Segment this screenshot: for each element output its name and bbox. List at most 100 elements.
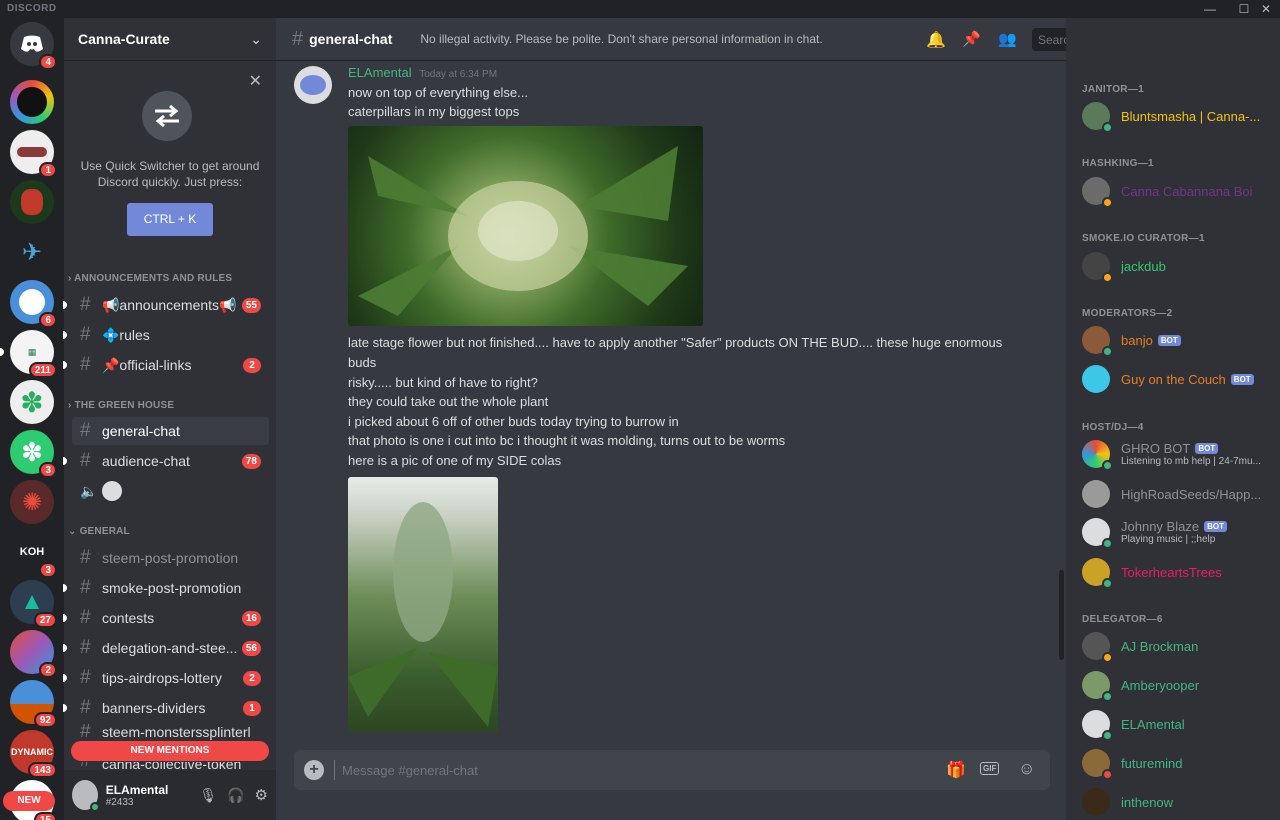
member-item[interactable]: Johnny Blaze BOT Playing music | ;;help	[1082, 514, 1272, 550]
channel-contests[interactable]: # contests 16	[63, 604, 269, 632]
channel-general-chat[interactable]: # general-chat	[72, 417, 269, 445]
guild-icon[interactable]: ✽	[10, 380, 54, 424]
channel-steem-post-promotion[interactable]: # steem-post-promotion	[72, 544, 269, 572]
guild-icon[interactable]: 92	[10, 680, 57, 728]
members-icon[interactable]: 👥	[998, 30, 1018, 50]
member-item[interactable]: HighRoadSeeds/Happ...	[1082, 476, 1272, 512]
member-item[interactable]: jackdub	[1082, 248, 1272, 284]
message-composer[interactable]: + Message #general-chat 🎁 GIF ☺	[294, 750, 1050, 790]
avatar[interactable]	[294, 66, 332, 104]
channel-delegation[interactable]: # delegation-and-stee... 56	[63, 634, 269, 662]
hashtag-icon: #	[80, 547, 91, 568]
channel-smoke-post-promotion[interactable]: # smoke-post-promotion	[63, 574, 269, 602]
member-item[interactable]: Bluntsmasha | Canna-...	[1082, 98, 1272, 134]
guild-icon[interactable]: NEW 15	[3, 780, 57, 820]
category-announcements[interactable]: › ANNOUNCEMENTS AND RULES	[68, 273, 232, 284]
channel-topic[interactable]: No illegal activity. Please be polite. D…	[420, 32, 822, 46]
channel-label: audience-chat	[102, 453, 190, 469]
message-image[interactable]	[348, 477, 498, 732]
speaker-icon: 🔈	[80, 482, 98, 499]
guild-icon[interactable]: KOH 3	[10, 530, 57, 578]
quick-switcher-shortcut-button[interactable]: CTRL + K	[127, 203, 213, 236]
member-item[interactable]: Amberyooper	[1082, 667, 1272, 703]
message-author[interactable]: ELAmental	[348, 65, 412, 80]
guild-icon[interactable]: ✈	[10, 230, 54, 274]
guild-icon[interactable]	[10, 80, 54, 124]
member-item[interactable]: Guy on the Couch BOT	[1082, 361, 1272, 397]
guild-icon[interactable]: 1	[10, 130, 57, 178]
unread-indicator	[63, 301, 67, 309]
unread-indicator	[63, 584, 67, 592]
guild-icon[interactable]: ▦ 211	[0, 330, 57, 378]
channel-announcements[interactable]: # 📢announcements📢 55	[63, 291, 269, 319]
member-item[interactable]: ELAmental	[1082, 706, 1272, 742]
hashtag-icon: #	[80, 667, 91, 688]
close-window-icon[interactable]: ✕	[1252, 0, 1280, 18]
category-general[interactable]: ⌄ GENERAL	[68, 526, 130, 537]
hashtag-icon: #	[80, 724, 91, 740]
gear-icon[interactable]: ⚙	[255, 786, 268, 804]
channel-rules[interactable]: # 💠rules	[63, 321, 269, 349]
guild-icon[interactable]: 2	[10, 630, 57, 678]
emoji-icon[interactable]: ☺	[1018, 759, 1035, 779]
channel-banners-dividers[interactable]: # banners-dividers 1	[63, 694, 269, 722]
bell-icon[interactable]: 🔔	[926, 30, 946, 50]
pin-icon[interactable]: 📌	[962, 30, 982, 50]
channel-official-links[interactable]: # 📌official-links 2	[63, 351, 269, 379]
message-line: now on top of everything else...	[348, 85, 528, 100]
member-item[interactable]: futuremind	[1082, 745, 1272, 781]
member-name: Guy on the Couch	[1121, 371, 1226, 387]
unread-indicator	[63, 457, 67, 465]
message-list: ELAmental Today at 6:34 PM now on top of…	[276, 62, 1066, 732]
member-item[interactable]: GHRO BOT BOT Listening to mb help | 24-7…	[1082, 436, 1272, 472]
server-header[interactable]: Canna-Curate ⌄	[64, 18, 276, 61]
hashtag-icon: #	[80, 354, 91, 375]
new-mentions-button[interactable]: NEW MENTIONS	[71, 741, 269, 761]
member-item[interactable]: AJ Brockman	[1082, 628, 1272, 664]
voice-channel[interactable]: 🔈	[72, 477, 269, 505]
guild-icon[interactable]: ✺	[10, 480, 54, 524]
category-label: ANNOUNCEMENTS AND RULES	[74, 273, 233, 284]
member-item[interactable]: TokerheartsTrees	[1082, 554, 1272, 590]
guild-icon[interactable]: 6	[10, 280, 57, 328]
guild-icon[interactable]: ✽ 3	[10, 430, 57, 478]
channel-title: general-chat	[309, 31, 393, 47]
microphone-icon[interactable]: 🎙	[199, 787, 217, 804]
new-unreads-pill[interactable]: NEW	[3, 791, 55, 811]
member-item[interactable]: banjo BOT	[1082, 322, 1272, 358]
headphones-icon[interactable]: 🎧	[227, 787, 244, 804]
home-button[interactable]: 4	[10, 22, 57, 70]
channel-tips-airdrops-lottery[interactable]: # tips-airdrops-lottery 2	[63, 664, 269, 692]
channel-steem-monsters[interactable]: # steem-monsterssplinterl	[72, 724, 269, 740]
gift-icon[interactable]: 🎁	[946, 760, 966, 780]
member-item[interactable]: Canna Cabannana Boi	[1082, 173, 1272, 209]
unread-indicator	[63, 361, 67, 369]
minimize-icon[interactable]: —	[1196, 0, 1224, 18]
member-item[interactable]: inthenow	[1082, 784, 1272, 820]
message-image[interactable]	[348, 126, 703, 326]
gif-icon[interactable]: GIF	[980, 762, 1000, 775]
guild-badge: 143	[28, 762, 57, 778]
category-green-house[interactable]: › THE GREEN HOUSE	[68, 400, 174, 411]
channel-audience-chat[interactable]: # audience-chat 78	[63, 447, 269, 475]
username: ELAmental	[105, 782, 169, 797]
guild-icon[interactable]: ▲ 27	[10, 580, 57, 628]
member-name: banjo	[1121, 332, 1153, 348]
unread-indicator	[0, 348, 4, 356]
close-icon[interactable]: ✕	[249, 71, 262, 91]
member-name: inthenow	[1121, 794, 1174, 810]
avatar[interactable]	[72, 780, 100, 812]
member-name: jackdub	[1121, 258, 1166, 274]
category-label: GENERAL	[79, 526, 130, 537]
guild-icon[interactable]: DYNAMIC 143	[10, 730, 57, 778]
chat-area: # general-chat No illegal activity. Plea…	[276, 18, 1253, 820]
guild-icon[interactable]	[10, 180, 54, 224]
unread-indicator	[63, 704, 67, 712]
avatar	[1082, 671, 1113, 702]
add-attachment-icon[interactable]: +	[304, 760, 324, 780]
channel-label: tips-airdrops-lottery	[102, 670, 222, 686]
scrollbar-thumb[interactable]	[1059, 570, 1064, 660]
message-input[interactable]: Message #general-chat	[342, 763, 478, 778]
member-name: Johnny Blaze	[1121, 518, 1200, 534]
hashtag-icon: #	[292, 27, 304, 50]
